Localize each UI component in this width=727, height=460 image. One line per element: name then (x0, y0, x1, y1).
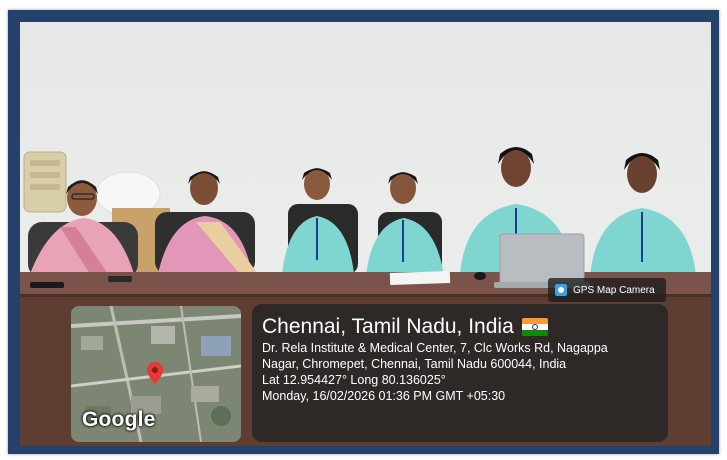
india-flag-icon (521, 318, 548, 336)
gps-map-camera-label: GPS Map Camera (573, 284, 655, 296)
address-line-1: Dr. Rela Institute & Medical Center, 7, … (262, 341, 608, 355)
person-4 (366, 172, 444, 276)
address-line-2: Nagar, Chromepet, Chennai, Tamil Nadu 60… (262, 357, 567, 371)
coordinates: Lat 12.954427° Long 80.136025° (262, 373, 446, 387)
location-pin-icon (147, 362, 163, 384)
location-city: Chennai, Tamil Nadu, India (262, 315, 514, 338)
location-city-row: Chennai, Tamil Nadu, India (262, 314, 658, 340)
gps-map-camera-tag: GPS Map Camera (548, 278, 666, 302)
google-logo: Google (82, 408, 156, 431)
mouse (474, 272, 486, 280)
papers (389, 270, 451, 286)
person-2 (155, 171, 258, 274)
phone-1 (30, 282, 64, 288)
gps-map-camera-icon (555, 284, 567, 296)
timestamp: Monday, 16/02/2026 01:36 PM GMT +05:30 (262, 389, 506, 403)
person-3 (282, 168, 358, 274)
phone-2 (108, 276, 132, 282)
location-info-panel: Chennai, Tamil Nadu, India Dr. Rela Inst… (252, 304, 668, 442)
person-6 (590, 153, 696, 276)
stacked-chairs (23, 151, 67, 213)
